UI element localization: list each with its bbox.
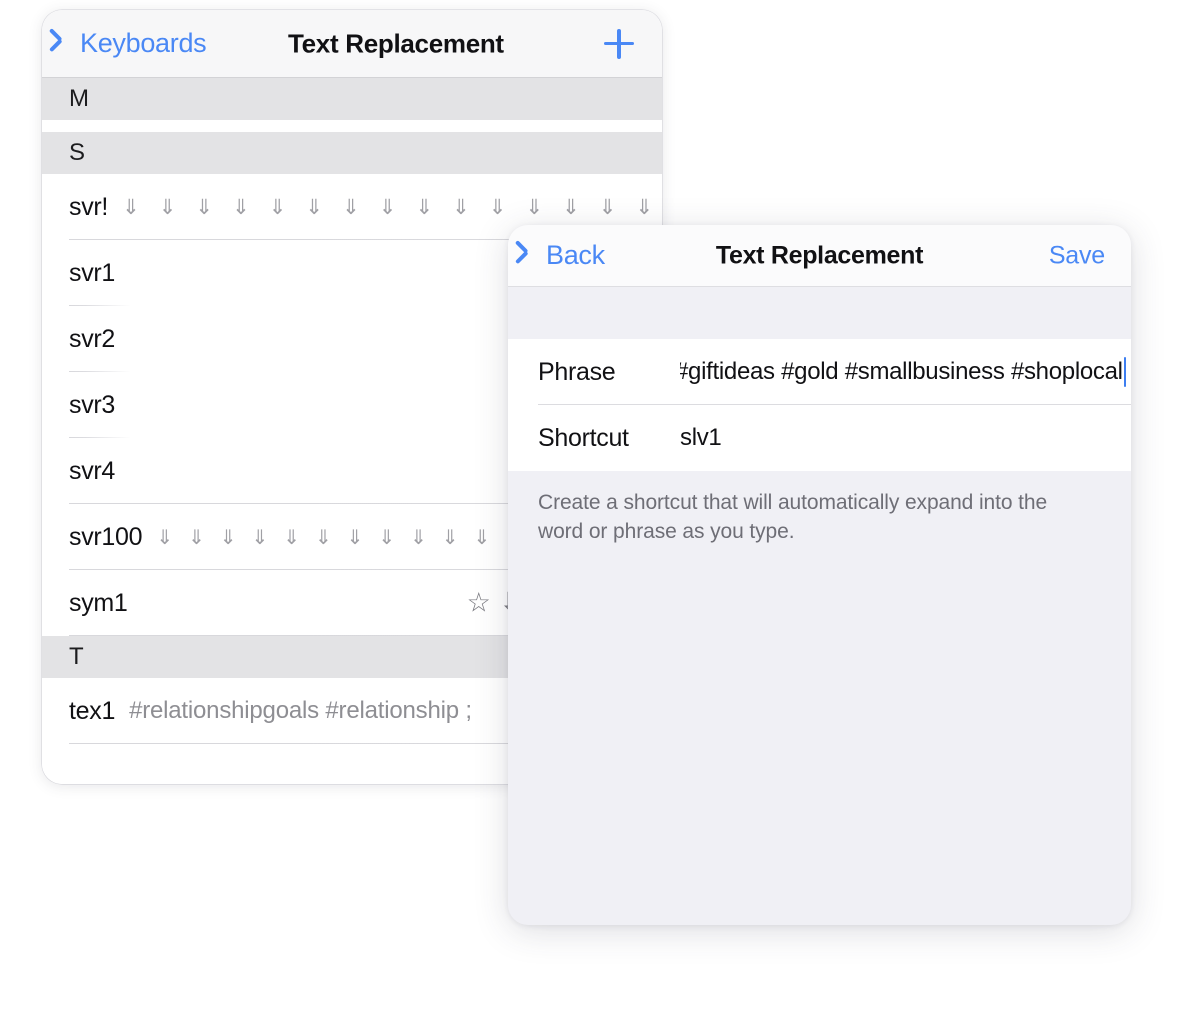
chevron-left-icon [525, 244, 539, 268]
shortcut-field-row[interactable]: Shortcut slv1 [508, 405, 1131, 471]
save-button[interactable]: Save [1049, 241, 1105, 270]
section-header-m: M [42, 78, 662, 120]
back-button-label: Keyboards [80, 28, 207, 58]
add-replacement-icon[interactable] [604, 28, 634, 59]
list-item-shortcut: svr3 [69, 390, 116, 419]
list-item-shortcut: svr4 [69, 456, 116, 485]
shortcut-value: slv1 [680, 424, 722, 451]
text-replacement-edit-panel: Back Text Replacement Save Phrase #gifti… [508, 225, 1131, 925]
back-button-label: Back [546, 240, 605, 270]
shortcut-label: Shortcut [538, 423, 629, 452]
list-nav-bar: Keyboards Text Replacement [42, 10, 662, 78]
list-item-shortcut: svr2 [69, 324, 116, 353]
list-page-title: Text Replacement [288, 28, 504, 58]
list-item-shortcut: svr1 [69, 258, 116, 287]
phrase-label: Phrase [538, 357, 616, 386]
text-cursor [1123, 357, 1127, 387]
phrase-field-row[interactable]: Phrase #giftideas #gold #smallbusiness #… [508, 339, 1131, 405]
edit-nav-bar: Back Text Replacement Save [508, 225, 1131, 287]
list-item-phrase: #relationshipgoals #relationship ; [129, 697, 472, 724]
edit-top-spacer [508, 287, 1131, 339]
chevron-left-icon [59, 32, 73, 56]
list-item-shortcut: svr100 [69, 522, 143, 551]
list-item-shortcut: tex1 [69, 696, 116, 725]
list-item-shortcut: svr! [69, 192, 109, 221]
list-item-phrase-arrows: ⇓ ⇓ ⇓ ⇓ ⇓ ⇓ ⇓ ⇓ ⇓ ⇓ ⇓ ⇓ ⇓ ⇓ ⇓ ⇓ ⇓ ⇓ ⇓ ⇓ … [122, 196, 662, 218]
edit-footer-hint: Create a shortcut that will automaticall… [508, 471, 1108, 547]
shortcut-input[interactable]: slv1 [680, 421, 1131, 455]
back-button[interactable]: Back [525, 242, 605, 269]
phrase-input[interactable]: #giftideas #gold #smallbusiness #shoploc… [680, 355, 1131, 389]
phrase-value: #giftideas #gold #smallbusiness #shoploc… [680, 358, 1123, 385]
section-gap [42, 120, 662, 132]
back-to-keyboards-button[interactable]: Keyboards [59, 28, 207, 58]
list-item-shortcut: sym1 [69, 588, 128, 617]
section-header-s: S [42, 132, 662, 174]
screen: Keyboards Text Replacement M S svr! ⇓ ⇓ … [0, 0, 1200, 1032]
edit-fields-group: Phrase #giftideas #gold #smallbusiness #… [508, 339, 1131, 471]
